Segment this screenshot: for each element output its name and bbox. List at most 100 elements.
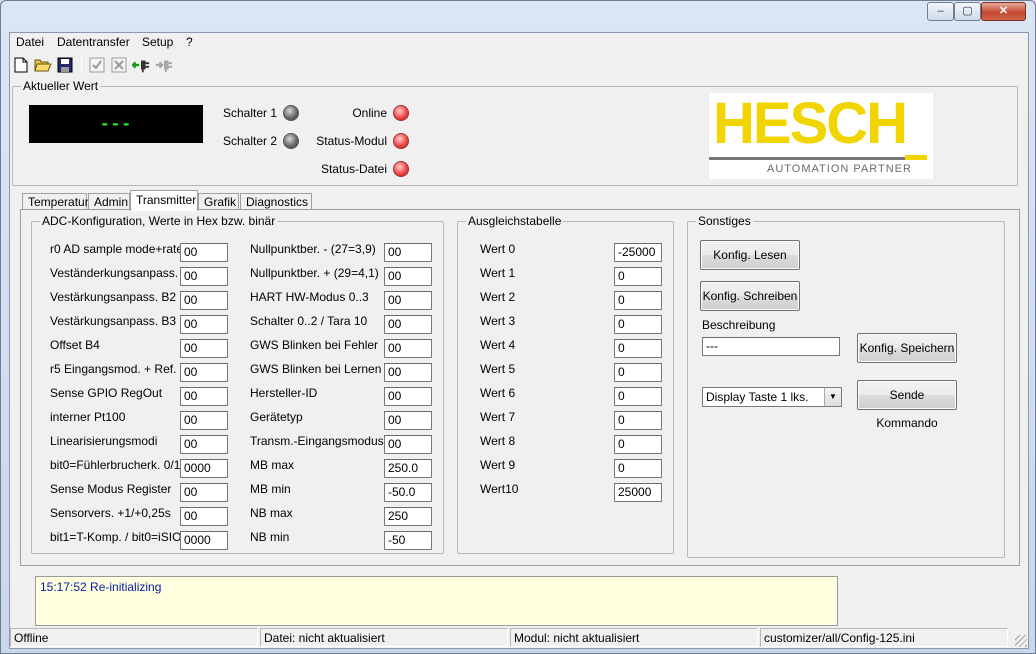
adc-right-label: NB max <box>250 506 293 520</box>
adc-right-input[interactable]: 250 <box>384 507 432 526</box>
adc-right-input[interactable]: 00 <box>384 267 432 286</box>
menu-setup[interactable]: Setup <box>142 35 173 49</box>
adc-left-input[interactable]: 00 <box>180 483 228 502</box>
menu-help[interactable]: ? <box>186 35 193 49</box>
status-file: Datei: nicht aktualisiert <box>260 628 508 647</box>
check-icon[interactable] <box>88 56 106 74</box>
status-module: Modul: nicht aktualisiert <box>510 628 758 647</box>
tab-transmitter[interactable]: Transmitter <box>130 190 198 211</box>
tab-diagnostics[interactable]: Diagnostics <box>240 193 312 210</box>
chevron-down-icon[interactable]: ▼ <box>824 388 841 406</box>
maximize-button[interactable]: ▢ <box>954 2 981 21</box>
adc-left-label: Linearisierungsmodi <box>50 434 158 448</box>
compensation-row-input[interactable]: 0 <box>614 363 662 382</box>
cross-icon[interactable] <box>110 56 128 74</box>
send-command-button[interactable]: Sende Kommando <box>857 380 957 430</box>
compensation-row-label: Wert 6 <box>480 386 516 400</box>
compensation-legend: Ausgleichstabelle <box>466 214 564 228</box>
compensation-row-input[interactable]: 0 <box>614 411 662 430</box>
compensation-row-input[interactable]: 0 <box>614 387 662 406</box>
adc-right-input[interactable]: 00 <box>384 339 432 358</box>
adc-left-input[interactable]: 00 <box>180 267 228 286</box>
adc-right-label: MB max <box>250 458 295 472</box>
adc-right-input[interactable]: 00 <box>384 387 432 406</box>
compensation-row-input[interactable]: 0 <box>614 267 662 286</box>
minimize-button[interactable]: ‒ <box>927 2 954 21</box>
transmitter-panel: ADC-Konfiguration, Werte in Hex bzw. bin… <box>20 209 1020 566</box>
description-input[interactable]: --- <box>702 337 840 356</box>
open-folder-icon[interactable] <box>34 56 52 74</box>
write-config-button[interactable]: Konfig. Schreiben <box>700 281 800 311</box>
adc-left-input[interactable]: 00 <box>180 363 228 382</box>
command-select-value: Display Taste 1 lks. <box>706 390 809 404</box>
adc-right-label: Gerätetyp <box>250 410 303 424</box>
close-button[interactable]: ✕ <box>981 2 1026 21</box>
compensation-row-label: Wert10 <box>480 482 519 496</box>
adc-right-input[interactable]: 00 <box>384 411 432 430</box>
new-file-icon[interactable] <box>12 56 30 74</box>
adc-right-label: Nullpunktber. + (29=4,1) <box>250 266 379 280</box>
adc-left-input[interactable]: 0000 <box>180 531 228 550</box>
adc-right-input[interactable]: 00 <box>384 435 432 454</box>
adc-right-input[interactable]: 00 <box>384 243 432 262</box>
hesch-logo: HESCH AUTOMATION PARTNER <box>709 93 933 179</box>
read-config-button[interactable]: Konfig. Lesen <box>700 240 800 270</box>
led-label-schalter2: Schalter 2 <box>222 134 277 148</box>
title-bar[interactable]: ‒ ▢ ✕ <box>1 1 1035 31</box>
adc-left-input[interactable]: 00 <box>180 507 228 526</box>
command-select[interactable]: Display Taste 1 lks. ▼ <box>702 387 842 407</box>
adc-left-label: Vestärkungsanpass. B3 <box>50 314 177 328</box>
connect-icon[interactable] <box>132 56 150 74</box>
misc-legend: Sonstiges <box>696 214 753 228</box>
adc-left-input[interactable]: 00 <box>180 387 228 406</box>
adc-right-input[interactable]: 250.0 <box>384 459 432 478</box>
adc-left-input[interactable]: 00 <box>180 339 228 358</box>
compensation-row-label: Wert 7 <box>480 410 516 424</box>
toolbar <box>10 53 1028 77</box>
adc-right-input[interactable]: -50 <box>384 531 432 550</box>
adc-right-input[interactable]: -50.0 <box>384 483 432 502</box>
compensation-row-input[interactable]: -25000 <box>614 243 662 262</box>
adc-left-label: interner Pt100 <box>50 410 126 424</box>
adc-left-input[interactable]: 00 <box>180 291 228 310</box>
adc-left-input[interactable]: 00 <box>180 243 228 262</box>
compensation-row-input[interactable]: 0 <box>614 315 662 334</box>
compensation-row-input[interactable]: 0 <box>614 435 662 454</box>
adc-left-label: Offset B4 <box>50 338 100 352</box>
adc-right-input[interactable]: 00 <box>384 363 432 382</box>
tab-temperatur[interactable]: Temperatur <box>22 193 89 210</box>
compensation-row-input[interactable]: 0 <box>614 459 662 478</box>
adc-left-label: Sense GPIO RegOut <box>50 386 163 400</box>
disconnect-icon[interactable] <box>155 56 173 74</box>
description-label: Beschreibung <box>702 318 776 332</box>
adc-left-input[interactable]: 00 <box>180 435 228 454</box>
adc-right-label: NB min <box>250 530 290 544</box>
led-label-status-modul: Status-Modul <box>316 134 387 148</box>
tab-grafik[interactable]: Grafik <box>198 193 239 210</box>
adc-left-input[interactable]: 00 <box>180 315 228 334</box>
status-connection: Offline <box>10 628 258 647</box>
led-online-indicator <box>393 105 409 121</box>
adc-left-label: Sensorvers. +1/+0,25s <box>50 506 171 520</box>
adc-left-input[interactable]: 00 <box>180 411 228 430</box>
menu-datei[interactable]: Datei <box>16 35 44 49</box>
compensation-row-input[interactable]: 0 <box>614 291 662 310</box>
adc-left-label: Vestärkungsanpass. B2 <box>50 290 177 304</box>
resize-grip[interactable] <box>1015 635 1027 647</box>
menu-datentransfer[interactable]: Datentransfer <box>57 35 130 49</box>
log-output[interactable]: 15:17:52 Re-initializing <box>35 576 838 626</box>
compensation-row-input[interactable]: 25000 <box>614 483 662 502</box>
compensation-row-label: Wert 9 <box>480 458 516 472</box>
adc-left-input[interactable]: 0000 <box>180 459 228 478</box>
compensation-row-label: Wert 1 <box>480 266 516 280</box>
led-status-datei-indicator <box>393 161 409 177</box>
tab-admin[interactable]: Admin <box>88 193 130 210</box>
compensation-row-input[interactable]: 0 <box>614 339 662 358</box>
led-schalter2-indicator <box>283 133 299 149</box>
adc-right-input[interactable]: 00 <box>384 315 432 334</box>
save-config-button[interactable]: Konfig. Speichern <box>857 333 957 363</box>
save-icon[interactable] <box>56 56 74 74</box>
adc-right-input[interactable]: 00 <box>384 291 432 310</box>
log-line: 15:17:52 Re-initializing <box>40 580 162 594</box>
menu-bar: Datei Datentransfer Setup ? <box>10 33 1028 52</box>
